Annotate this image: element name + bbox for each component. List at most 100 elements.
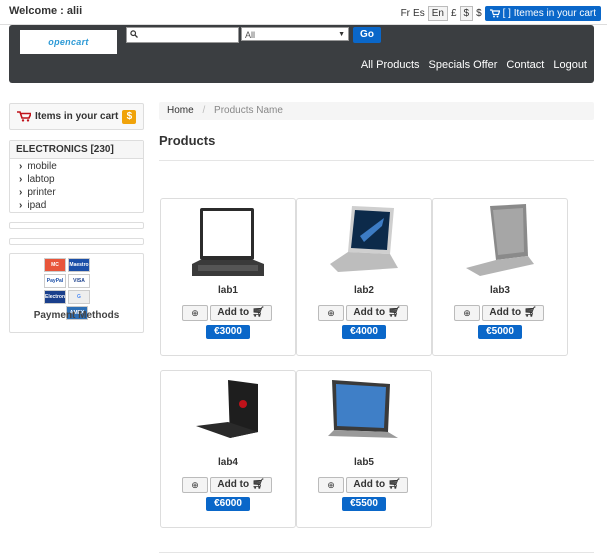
google-checkout-icon: G (68, 290, 90, 304)
zoom-button[interactable]: ⊕ (318, 305, 344, 321)
category-label: labtop (27, 174, 55, 185)
payment-methods-label: Payment Methods (33, 310, 120, 321)
price-badge: €5000 (478, 325, 522, 339)
shopping-cart-icon: 🛒︎ (387, 307, 401, 318)
divider (159, 160, 594, 161)
add-to-cart-label: Add to (217, 307, 250, 318)
zoom-button[interactable]: ⊕ (454, 305, 480, 321)
mastercard-icon: MC (44, 258, 66, 272)
add-to-cart-button[interactable]: Add to 🛒︎ (346, 305, 408, 321)
category-label: printer (27, 187, 56, 198)
payment-methods-box: MC Maestro PayPal VISA Electron G AMEX P… (9, 253, 144, 333)
zoom-icon: ⊕ (463, 308, 471, 318)
price-badge: €5500 (342, 497, 386, 511)
lang-es-link[interactable]: Es (413, 8, 425, 19)
top-bar-controls: Fr Es En £ $ $ [ ] Itemes in your cart (401, 6, 601, 21)
search-icon (130, 30, 138, 40)
shopping-cart-icon: 🛒︎ (523, 307, 537, 318)
top-bar: Welcome : alii Fr Es En £ $ $ [ ] Itemes… (0, 0, 607, 25)
zoom-button[interactable]: ⊕ (182, 477, 208, 493)
add-to-cart-label: Add to (489, 307, 522, 318)
chevron-right-icon: › (19, 200, 23, 211)
laptop-image (328, 380, 398, 438)
price-badge: €4000 (342, 325, 386, 339)
top-cart-label: [ ] Itemes in your cart (502, 8, 596, 19)
site-header: opencart All ▼ Go All Products Specials … (9, 25, 594, 83)
lang-en-button[interactable]: En (427, 6, 448, 21)
product-card: lab1 ⊕ Add to 🛒︎ €3000 (160, 198, 296, 356)
laptop-image (466, 204, 534, 276)
add-to-cart-label: Add to (353, 307, 386, 318)
sidebar-cart[interactable]: Items in your cart $ (9, 103, 144, 130)
category-item-ipad[interactable]: › ipad (19, 199, 143, 212)
shopping-cart-icon (17, 111, 31, 122)
sidebar-empty-box (9, 222, 144, 229)
category-label: ipad (27, 200, 47, 211)
select-arrow-icon: ▼ (338, 31, 345, 38)
currency-gbp-link[interactable]: £ (451, 8, 457, 19)
category-header: ELECTRONICS [230] (10, 141, 143, 159)
product-card: lab5 ⊕ Add to 🛒︎ €5500 (296, 370, 432, 528)
zoom-icon: ⊕ (191, 480, 199, 490)
welcome-text: Welcome : alii (9, 5, 83, 17)
price-badge: €3000 (206, 325, 250, 339)
dollar-icon: $ (122, 109, 137, 124)
product-name[interactable]: lab2 (297, 285, 431, 296)
breadcrumb-home[interactable]: Home (167, 105, 194, 116)
category-box: ELECTRONICS [230] › mobile › labtop › print… (9, 140, 144, 213)
category-select[interactable]: All ▼ (241, 27, 349, 41)
main-nav: All Products Specials Offer Contact Logo… (361, 59, 587, 71)
shopping-cart-icon (489, 9, 500, 18)
product-name[interactable]: lab1 (161, 285, 295, 296)
lang-fr-link[interactable]: Fr (401, 8, 410, 19)
go-button[interactable]: Go (353, 27, 381, 43)
currency-usd-link[interactable]: $ (476, 8, 482, 19)
search-input[interactable] (138, 29, 237, 41)
category-select-value: All (245, 30, 256, 40)
shopping-cart-icon: 🛒︎ (251, 307, 265, 318)
nav-all-products[interactable]: All Products (361, 59, 420, 71)
nav-specials-offer[interactable]: Specials Offer (429, 59, 498, 71)
logo-text: opencart (48, 37, 89, 47)
paypal-icon: PayPal (44, 274, 66, 288)
product-name[interactable]: lab5 (297, 457, 431, 468)
category-item-mobile[interactable]: › mobile (19, 160, 143, 173)
laptop-image (330, 206, 398, 272)
top-cart-button[interactable]: [ ] Itemes in your cart (484, 6, 601, 21)
breadcrumb: Home / Products Name (159, 102, 594, 120)
chevron-right-icon: › (19, 174, 23, 185)
visa-electron-icon: Electron (44, 290, 66, 304)
breadcrumb-separator: / (202, 105, 206, 116)
category-label: mobile (27, 161, 57, 172)
nav-contact[interactable]: Contact (506, 59, 544, 71)
add-to-cart-button[interactable]: Add to 🛒︎ (346, 477, 408, 493)
add-to-cart-button[interactable]: Add to 🛒︎ (210, 305, 272, 321)
chevron-right-icon: › (19, 161, 23, 172)
add-to-cart-button[interactable]: Add to 🛒︎ (482, 305, 544, 321)
zoom-button[interactable]: ⊕ (318, 477, 344, 493)
zoom-icon: ⊕ (327, 480, 335, 490)
add-to-cart-label: Add to (217, 479, 250, 490)
zoom-icon: ⊕ (191, 308, 199, 318)
shopping-cart-icon: 🛒︎ (387, 479, 401, 490)
visa-icon: VISA (68, 274, 90, 288)
product-card: lab2 ⊕ Add to 🛒︎ €4000 (296, 198, 432, 356)
site-logo[interactable]: opencart (20, 30, 117, 54)
category-item-printer[interactable]: › printer (19, 186, 143, 199)
currency-usd-button[interactable]: $ (459, 6, 474, 21)
laptop-image (196, 380, 258, 438)
category-item-labtop[interactable]: › labtop (19, 173, 143, 186)
zoom-button[interactable]: ⊕ (182, 305, 208, 321)
nav-logout[interactable]: Logout (553, 59, 587, 71)
breadcrumb-current: Products Name (214, 105, 283, 116)
maestro-icon: Maestro (68, 258, 90, 272)
laptop-image (192, 208, 264, 276)
chevron-right-icon: › (19, 187, 23, 198)
product-name[interactable]: lab4 (161, 457, 295, 468)
product-card: lab3 ⊕ Add to 🛒︎ €5000 (432, 198, 568, 356)
add-to-cart-button[interactable]: Add to 🛒︎ (210, 477, 272, 493)
product-name[interactable]: lab3 (433, 285, 567, 296)
search-box (126, 27, 239, 43)
sidebar-empty-box (9, 238, 144, 245)
divider (159, 552, 594, 553)
